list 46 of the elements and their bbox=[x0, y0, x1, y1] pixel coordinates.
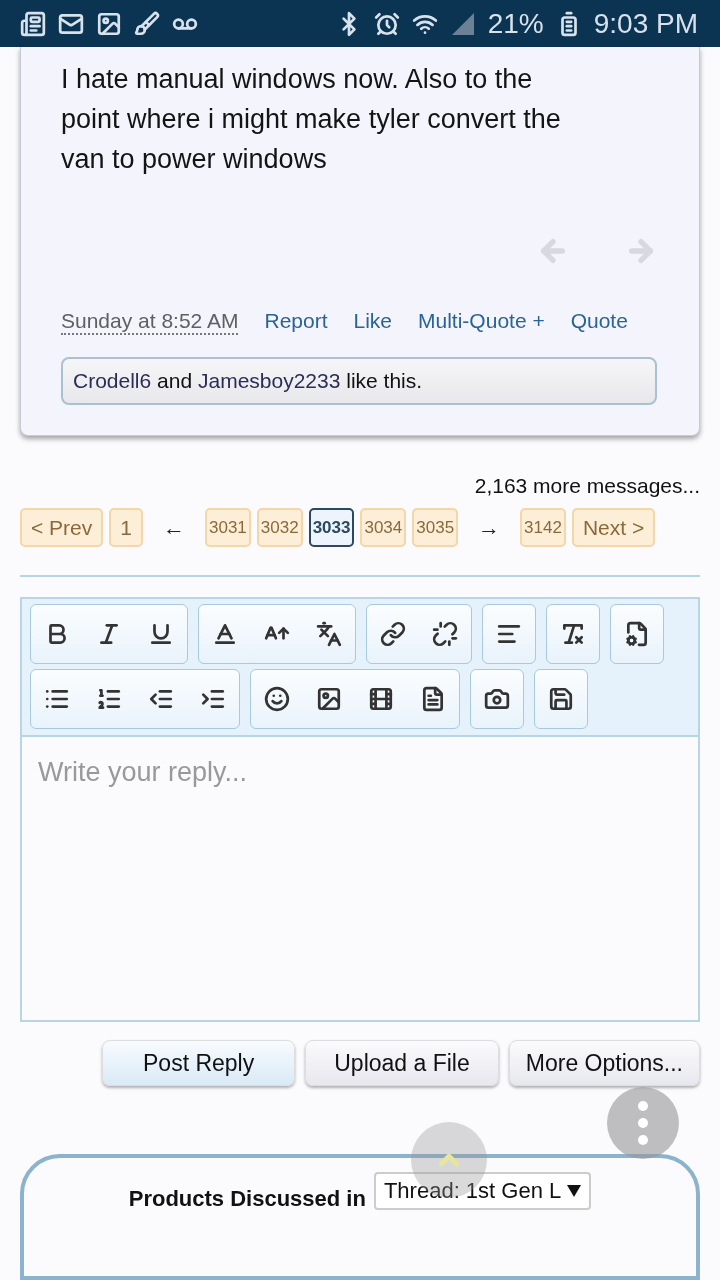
post-text: I hate manual windows now. Also to the point where i might make tyler convert the van to power windows bbox=[61, 63, 562, 176]
post-action-link[interactable]: Quote bbox=[570, 309, 628, 333]
page-button[interactable]: 1 bbox=[109, 508, 143, 547]
likes-text: like this. bbox=[345, 369, 423, 392]
battery-percent: 21% bbox=[487, 7, 544, 40]
page-button[interactable]: 3031 bbox=[204, 508, 251, 547]
ellipsis-arrow: → bbox=[478, 514, 501, 541]
user-link[interactable]: Crodell6 bbox=[73, 369, 152, 392]
form-button[interactable]: Upload a File bbox=[305, 1040, 499, 1087]
page-button[interactable]: 3033 bbox=[308, 508, 355, 547]
unlink-icon bbox=[432, 621, 458, 647]
numbered-list-icon bbox=[96, 686, 122, 712]
thread-select[interactable]: Thread: 1st Gen L bbox=[373, 1172, 592, 1211]
dropdown-caret-icon bbox=[567, 1185, 582, 1198]
link-icon bbox=[380, 621, 406, 647]
news-icon bbox=[20, 10, 46, 37]
page-button[interactable]: 3035 bbox=[412, 508, 459, 547]
post-action-link[interactable]: Like bbox=[353, 309, 393, 333]
likes-text: and bbox=[156, 369, 194, 392]
media-icon bbox=[368, 686, 394, 712]
save-icon bbox=[548, 686, 574, 712]
text-color-icon bbox=[212, 621, 238, 647]
more-messages-text: 2,163 more messages... bbox=[473, 474, 700, 498]
user-link[interactable]: Jamesboy2233 bbox=[197, 369, 341, 392]
post-date[interactable]: Sunday at 8:52 AM bbox=[61, 309, 239, 335]
page-button[interactable]: 3032 bbox=[256, 508, 303, 547]
image-icon bbox=[316, 686, 342, 712]
reply-field[interactable]: Write your reply... bbox=[20, 735, 700, 1023]
page-button[interactable]: 3142 bbox=[520, 508, 566, 547]
underline-icon bbox=[148, 621, 174, 647]
ellipsis-arrow: ← bbox=[162, 514, 185, 541]
clock: 9:03 PM bbox=[593, 7, 698, 40]
page-button[interactable]: < Prev bbox=[20, 508, 104, 547]
page-button[interactable]: 3034 bbox=[360, 508, 407, 547]
products-label: Products Discussed in bbox=[128, 1186, 366, 1214]
remove-format-icon bbox=[560, 621, 586, 647]
alarm-icon bbox=[373, 10, 400, 37]
form-button[interactable]: Post Reply bbox=[102, 1040, 296, 1087]
post-action-link[interactable]: Report bbox=[264, 309, 328, 333]
form-button[interactable]: More Options... bbox=[508, 1040, 700, 1087]
more-icon bbox=[638, 1101, 648, 1145]
page-button[interactable]: Next > bbox=[571, 508, 656, 547]
camera-icon bbox=[484, 686, 510, 712]
smiley-icon bbox=[264, 686, 290, 712]
post-action-link[interactable]: Multi-Quote + bbox=[418, 309, 545, 333]
gallery-icon bbox=[96, 10, 122, 37]
